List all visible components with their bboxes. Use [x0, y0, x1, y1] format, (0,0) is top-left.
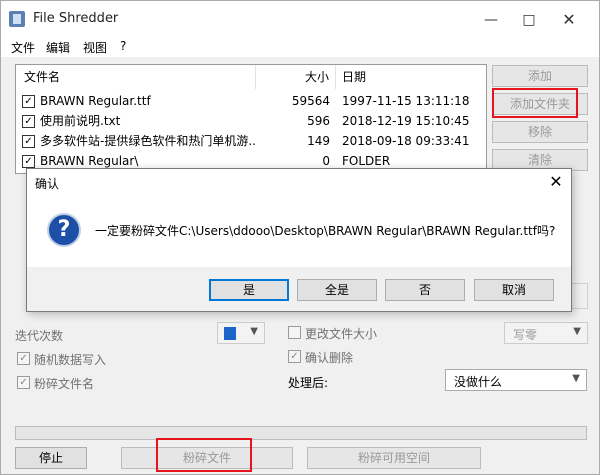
change-size-label: 更改文件大小 — [305, 327, 378, 341]
stop-button[interactable]: 停止 — [15, 447, 87, 469]
remove-button[interactable]: 移除 — [492, 121, 588, 143]
column-header-name[interactable]: 文件名 — [16, 65, 256, 89]
highlight-frame — [492, 88, 578, 118]
table-row[interactable]: ✓ 使用前说明.txt 596 2018-12-19 15:10:45 — [16, 111, 486, 131]
menu-view[interactable]: 视图 — [83, 39, 107, 56]
write-zero-value: 写零 — [513, 328, 538, 342]
file-name: 多多软件站-提供绿色软件和热门单机游... — [40, 134, 256, 148]
title-bar: File Shredder — □ ✕ — [1, 1, 599, 37]
minimize-icon[interactable]: — — [471, 7, 511, 33]
file-date: 2018-12-19 15:10:45 — [342, 114, 470, 128]
chevron-down-icon: ▼ — [572, 373, 580, 384]
highlight-frame — [156, 438, 252, 472]
column-header-date[interactable]: 日期 — [336, 65, 486, 89]
iterations-select[interactable]: ▼ — [217, 322, 265, 344]
after-processing-label: 处理后: — [288, 376, 329, 390]
yes-button[interactable]: 是 — [209, 279, 289, 301]
file-date: 2018-09-18 09:33:41 — [342, 134, 470, 148]
iterations-label: 迭代次数 — [15, 329, 64, 343]
random-data-label: 随机数据写入 — [34, 353, 107, 367]
after-processing-value: 没做什么 — [454, 375, 503, 389]
file-size: 596 — [307, 114, 330, 128]
confirm-dialog: 确认 ✕ ? 一定要粉碎文件C:\Users\ddooo\Desktop\BRA… — [26, 168, 572, 312]
menu-help[interactable]: ? — [120, 39, 126, 53]
shred-names-checkbox[interactable]: ✓ — [17, 376, 30, 389]
shred-free-space-button[interactable]: 粉碎可用空间 — [307, 447, 481, 469]
app-icon — [9, 11, 25, 27]
row-checkbox[interactable]: ✓ — [22, 155, 35, 168]
table-row[interactable]: ✓ BRAWN Regular.ttf 59564 1997-11-15 13:… — [16, 91, 486, 111]
window-title: File Shredder — [33, 11, 119, 26]
row-checkbox[interactable]: ✓ — [22, 95, 35, 108]
file-date: 1997-11-15 13:11:18 — [342, 94, 470, 108]
change-size-checkbox[interactable] — [288, 326, 301, 339]
dialog-title: 确认 — [35, 177, 60, 191]
progress-bar — [15, 426, 587, 440]
after-processing-select[interactable]: 没做什么 ▼ — [445, 369, 587, 391]
maximize-icon[interactable]: □ — [509, 7, 549, 33]
no-button[interactable]: 否 — [385, 279, 465, 301]
menu-file[interactable]: 文件 — [11, 39, 35, 56]
select-value-marker — [224, 327, 236, 340]
file-size: 59564 — [291, 94, 330, 108]
question-icon: ? — [47, 213, 81, 247]
file-name: BRAWN Regular.ttf — [40, 94, 151, 108]
yes-to-all-button[interactable]: 全是 — [297, 279, 377, 301]
row-checkbox[interactable]: ✓ — [22, 135, 35, 148]
dialog-message: 一定要粉碎文件C:\Users\ddooo\Desktop\BRAWN Regu… — [95, 224, 556, 238]
shred-names-label: 粉碎文件名 — [34, 377, 95, 391]
menu-bar: 文件 编辑 视图 ? — [1, 37, 599, 57]
confirm-delete-label: 确认删除 — [305, 351, 354, 365]
file-list[interactable]: 文件名 大小 日期 ✓ BRAWN Regular.ttf 59564 1997… — [15, 64, 487, 174]
chevron-down-icon: ▼ — [250, 326, 258, 337]
confirm-delete-checkbox[interactable]: ✓ — [288, 350, 301, 363]
close-icon[interactable]: ✕ — [549, 7, 589, 33]
menu-edit[interactable]: 编辑 — [46, 39, 70, 56]
file-name: 使用前说明.txt — [40, 114, 121, 128]
write-zero-select[interactable]: 写零 ▼ — [504, 322, 588, 344]
table-row[interactable]: ✓ 多多软件站-提供绿色软件和热门单机游... 149 2018-09-18 0… — [16, 131, 486, 151]
row-checkbox[interactable]: ✓ — [22, 115, 35, 128]
column-header-size[interactable]: 大小 — [256, 65, 336, 89]
file-size: 149 — [307, 134, 330, 148]
dialog-button-bar: 是 全是 否 取消 — [27, 267, 571, 311]
random-data-checkbox[interactable]: ✓ — [17, 352, 30, 365]
close-icon[interactable]: ✕ — [545, 171, 567, 193]
add-button[interactable]: 添加 — [492, 65, 588, 87]
chevron-down-icon: ▼ — [573, 326, 581, 337]
cancel-button[interactable]: 取消 — [474, 279, 554, 301]
